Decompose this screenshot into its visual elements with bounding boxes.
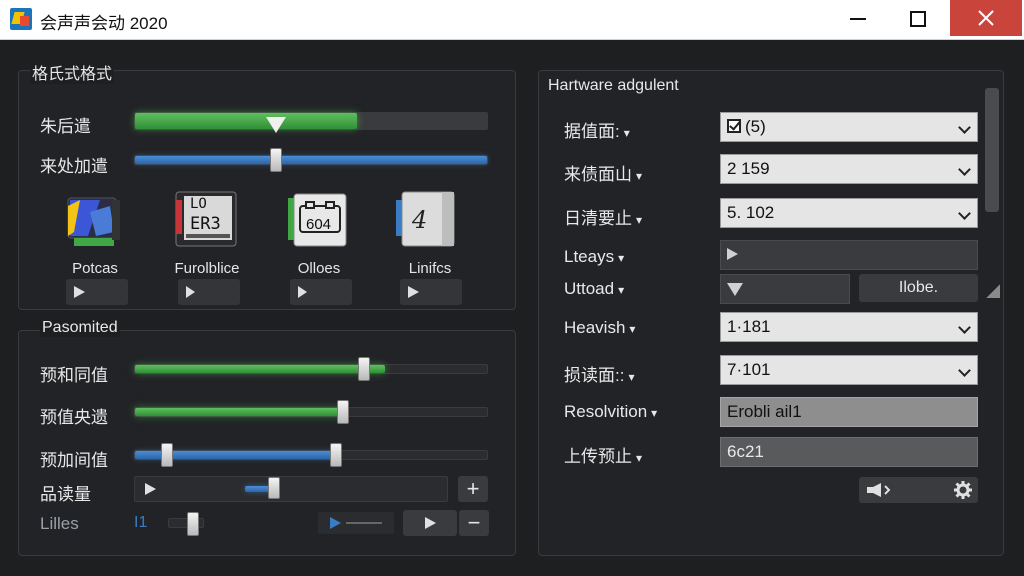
play-icon[interactable] xyxy=(145,483,156,495)
play-icon xyxy=(727,248,738,260)
index-thumb[interactable] xyxy=(186,512,199,536)
chevron-down-icon xyxy=(958,121,971,134)
er3-top-text: LO xyxy=(190,196,207,212)
speed-fill xyxy=(135,156,487,164)
play-button-furolblice[interactable] xyxy=(178,279,240,305)
title-bar: 会声声会动 2020 xyxy=(0,0,1024,40)
param-slider-3[interactable] xyxy=(134,443,488,467)
hw-label-2: 日清要止 ▾ xyxy=(564,209,643,228)
chevron-down-icon xyxy=(958,321,971,334)
param-thumb-3b[interactable] xyxy=(329,443,342,467)
parameters-panel-title: Pasomited xyxy=(40,319,120,337)
secondary-track-line xyxy=(346,522,382,524)
param-fill-2 xyxy=(135,408,343,416)
speed-thumb[interactable] xyxy=(269,148,282,172)
hw-dropdown-3[interactable] xyxy=(720,240,978,270)
scrollbar[interactable] xyxy=(985,88,999,212)
param-label-2: 预值央遗 xyxy=(40,408,108,427)
hw-side-button[interactable]: Ilobe. xyxy=(859,274,978,302)
add-button[interactable]: + xyxy=(458,476,488,502)
604-document-icon[interactable]: 604 xyxy=(286,192,350,252)
secondary-playback-bar[interactable] xyxy=(318,512,394,534)
remove-button[interactable]: − xyxy=(459,510,489,536)
checkbox-icon[interactable] xyxy=(727,119,741,133)
hw-label-3: Lteays ▾ xyxy=(564,247,625,266)
hw-field-8[interactable]: 6c21 xyxy=(720,437,978,467)
window-title: 会声声会动 2020 xyxy=(40,14,168,33)
param-thumb-3a[interactable] xyxy=(160,443,173,467)
hw-dropdown-4[interactable] xyxy=(720,274,850,304)
hw-label-8: 上传预止 ▾ xyxy=(564,447,643,466)
app-logo-icon xyxy=(10,8,32,30)
hw-field-7[interactable]: Erobli ail1 xyxy=(720,397,978,427)
close-icon xyxy=(978,10,994,26)
chevron-down-icon xyxy=(958,364,971,377)
hw-dropdown-2[interactable]: 5. 102 xyxy=(720,198,978,228)
hw-label-4: Uttoad ▾ xyxy=(564,279,625,298)
er3-device-icon[interactable]: LO ER3 xyxy=(174,190,238,250)
hw-dropdown-5[interactable]: 1·181 xyxy=(720,312,978,342)
triangle-down-icon xyxy=(727,283,743,296)
param-label-3: 预加间值 xyxy=(40,451,108,470)
hw-label-5: Heavish ▾ xyxy=(564,318,636,337)
hw-dropdown-0[interactable]: (5) xyxy=(720,112,978,142)
hardware-panel-title: Hartware adgulent xyxy=(548,77,679,94)
param-label-1: 预和同值 xyxy=(40,366,108,385)
number-4-icon[interactable]: 4 xyxy=(394,190,458,250)
play-button-potcas[interactable] xyxy=(66,279,128,305)
media-label-linifcs: Linifcs xyxy=(408,260,452,277)
param-fill-1 xyxy=(135,365,385,373)
media-label-furolblice: Furolblice xyxy=(174,260,240,277)
close-button[interactable] xyxy=(950,0,1022,36)
play-button-olloes[interactable] xyxy=(290,279,352,305)
media-label-olloes: Olloes xyxy=(297,260,341,277)
param-label-4: 品读量 xyxy=(40,485,91,504)
chevron-down-icon xyxy=(958,207,971,220)
row-label-speed: 来处加遣 xyxy=(40,157,108,176)
media-label-potcas: Potcas xyxy=(72,260,118,277)
gear-icon[interactable] xyxy=(954,481,972,499)
play-icon xyxy=(74,286,85,298)
number-4-text: 4 xyxy=(412,206,428,234)
volume-control[interactable] xyxy=(859,477,978,503)
play-icon xyxy=(424,517,436,529)
param-thumb-1[interactable] xyxy=(357,357,370,381)
play-button-linifcs[interactable] xyxy=(400,279,462,305)
play-icon[interactable] xyxy=(330,517,341,529)
play-icon xyxy=(298,286,307,298)
maximize-icon xyxy=(910,11,926,27)
format-panel-title: 格氏式格式 xyxy=(30,60,115,84)
hw-label-6: 损读面:: ▾ xyxy=(564,366,635,385)
param-thumb-2[interactable] xyxy=(336,400,349,424)
604-text: 604 xyxy=(306,216,332,233)
chevron-down-icon xyxy=(958,163,971,176)
media-player-icon[interactable] xyxy=(60,192,124,252)
hw-dropdown-6[interactable]: 7·101 xyxy=(720,355,978,385)
brightness-fill xyxy=(135,113,357,129)
minimize-button[interactable] xyxy=(832,0,884,38)
play-icon xyxy=(408,286,419,298)
playback-bar[interactable] xyxy=(134,476,448,502)
speed-slider[interactable] xyxy=(134,148,488,172)
play-icon xyxy=(186,286,195,298)
param-label-5: Lilles xyxy=(40,514,79,533)
minimize-icon xyxy=(850,18,866,20)
row-label-brightness: 朱后遣 xyxy=(40,117,91,136)
param-slider-2[interactable] xyxy=(134,400,488,424)
hw-label-1: 来债面山 ▾ xyxy=(564,165,643,184)
hw-label-7: Resolvition ▾ xyxy=(564,402,658,421)
index-label: I1 xyxy=(134,514,148,531)
brightness-slider[interactable] xyxy=(134,112,488,133)
maximize-button[interactable] xyxy=(892,0,944,38)
param-slider-1[interactable] xyxy=(134,357,488,381)
hw-dropdown-1[interactable]: 2 159 xyxy=(720,154,978,184)
index-slider[interactable] xyxy=(168,512,204,536)
resize-grip-icon[interactable] xyxy=(986,284,1000,298)
speaker-icon xyxy=(867,483,891,497)
brightness-thumb[interactable] xyxy=(265,117,286,133)
play-button-secondary[interactable] xyxy=(403,510,457,536)
hw-label-0: 据值面: ▾ xyxy=(564,122,630,141)
er3-main-text: ER3 xyxy=(190,214,221,234)
playback-thumb[interactable] xyxy=(268,477,280,499)
